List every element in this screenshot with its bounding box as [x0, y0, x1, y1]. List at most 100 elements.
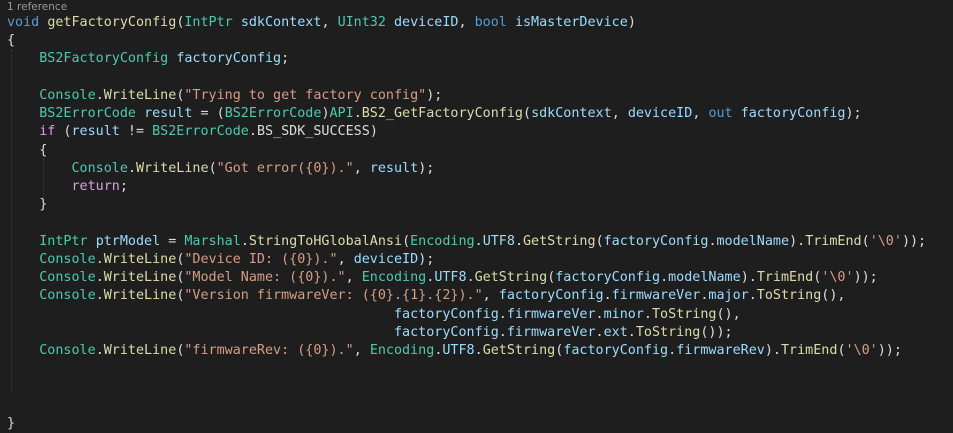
code-line[interactable]: factoryConfig.firmwareVer.minor.ToString…	[7, 306, 953, 324]
code-line[interactable]: void getFactoryConfig(IntPtr sdkContext,…	[7, 14, 953, 32]
code-token: factoryConfig	[393, 306, 499, 322]
code-token: ));	[901, 233, 927, 249]
code-line[interactable]: Console.WriteLine("Model Name: ({0}).", …	[7, 269, 953, 287]
code-line[interactable]: Console.WriteLine("Device ID: ({0}).", d…	[7, 251, 953, 269]
code-line[interactable]: Console.WriteLine("firmwareRev: ({0}).",…	[7, 342, 953, 360]
code-token: Console	[39, 87, 96, 103]
code-token: ,	[345, 270, 362, 286]
code-token: sdkContext	[531, 106, 612, 122]
code-token: );	[426, 87, 443, 103]
code-token: WriteLine	[103, 288, 177, 304]
code-token: "Got error({0})."	[216, 160, 354, 176]
code-token: out	[708, 106, 733, 122]
code-token: result	[144, 106, 193, 122]
code-token: factoryConfig	[740, 106, 846, 122]
code-token: Encoding	[361, 270, 427, 286]
code-token: TrimEnd	[781, 342, 838, 358]
code-token: API	[329, 106, 354, 122]
code-line[interactable]: Console.WriteLine("Got error({0}).", res…	[7, 160, 953, 178]
codelens-references[interactable]: 1 reference	[7, 1, 67, 13]
code-line[interactable]: Console.WriteLine("Trying to get factory…	[7, 87, 953, 105]
code-token: Console	[39, 288, 96, 304]
code-editor[interactable]: void getFactoryConfig (IntPtr sdkContext,…	[7, 14, 953, 433]
code-token: ,	[337, 251, 354, 267]
code-token: Console	[71, 160, 128, 176]
code-token: {	[7, 33, 16, 49]
code-token: .	[595, 324, 604, 340]
code-token: "Model Name: ({0})."	[184, 270, 346, 286]
code-token: '\0'	[869, 233, 902, 249]
code-token: "Trying to get factory config"	[184, 87, 427, 103]
code-token: )	[321, 106, 330, 122]
code-token: Console	[39, 342, 96, 358]
code-token: StringToHGlobalAnsi	[248, 233, 403, 249]
code-line[interactable]: return;	[7, 178, 953, 196]
code-token: .	[595, 306, 604, 322]
code-token: '\0'	[821, 270, 854, 286]
code-token: GetString	[482, 342, 556, 358]
code-token: ,	[611, 106, 628, 122]
code-token: Encoding	[369, 342, 435, 358]
code-token: );	[418, 160, 435, 176]
code-token: major	[708, 288, 749, 304]
code-token: .	[95, 251, 104, 267]
code-line[interactable]	[7, 214, 953, 232]
code-token: {	[39, 142, 48, 158]
code-token: .	[643, 306, 652, 322]
code-token: firmwareVer	[506, 324, 596, 340]
code-token: WriteLine	[103, 270, 177, 286]
code-line[interactable]: IntPtr ptrModel = Marshal.StringToHGloba…	[7, 233, 953, 251]
code-token: .	[498, 324, 507, 340]
code-line[interactable]: }	[7, 415, 953, 433]
code-line[interactable]: {	[7, 142, 953, 160]
code-line[interactable]	[7, 360, 953, 378]
code-token: firmwareVer	[611, 288, 701, 304]
code-token: (	[208, 160, 217, 176]
code-line[interactable]: factoryConfig.firmwareVer.ext.ToString()…	[7, 324, 953, 342]
code-token: ToString	[651, 306, 717, 322]
code-token: ).	[764, 342, 781, 358]
code-token: UTF8	[434, 270, 467, 286]
code-token: WriteLine	[103, 87, 177, 103]
code-line[interactable]	[7, 69, 953, 87]
code-token: ext	[603, 324, 628, 340]
code-token: )	[627, 15, 636, 30]
code-token: .	[127, 160, 136, 176]
code-token: ,	[353, 160, 370, 176]
code-token: = (	[192, 106, 225, 122]
code-line[interactable]: BS2ErrorCode result = (BS2ErrorCode)API.…	[7, 105, 953, 123]
code-line[interactable]	[7, 378, 953, 396]
code-token: =	[160, 233, 185, 249]
code-token: void	[7, 15, 40, 30]
code-token: .	[603, 288, 612, 304]
code-token: .	[353, 106, 362, 122]
code-token: .	[95, 270, 104, 286]
code-token: ToString	[635, 324, 701, 340]
code-line[interactable]: Console.WriteLine("Version firmwareVer: …	[7, 287, 953, 305]
code-line[interactable]: BS2FactoryConfig factoryConfig;	[7, 50, 953, 68]
code-line[interactable]: if (result != BS2ErrorCode.BS_SDK_SUCCES…	[7, 123, 953, 141]
code-line[interactable]: {	[7, 32, 953, 50]
code-token: !=	[119, 124, 153, 140]
code-token: ).	[740, 270, 757, 286]
code-token: factoryConfig	[176, 51, 282, 67]
code-token: "Version firmwareVer: ({0}.{1}.{2})."	[184, 288, 483, 304]
code-token: "Device ID: ({0})."	[184, 251, 338, 267]
code-line[interactable]	[7, 397, 953, 415]
code-token: .	[474, 342, 483, 358]
code-token: if	[39, 124, 56, 140]
code-line[interactable]: }	[7, 196, 953, 214]
code-token: ,	[458, 15, 475, 30]
